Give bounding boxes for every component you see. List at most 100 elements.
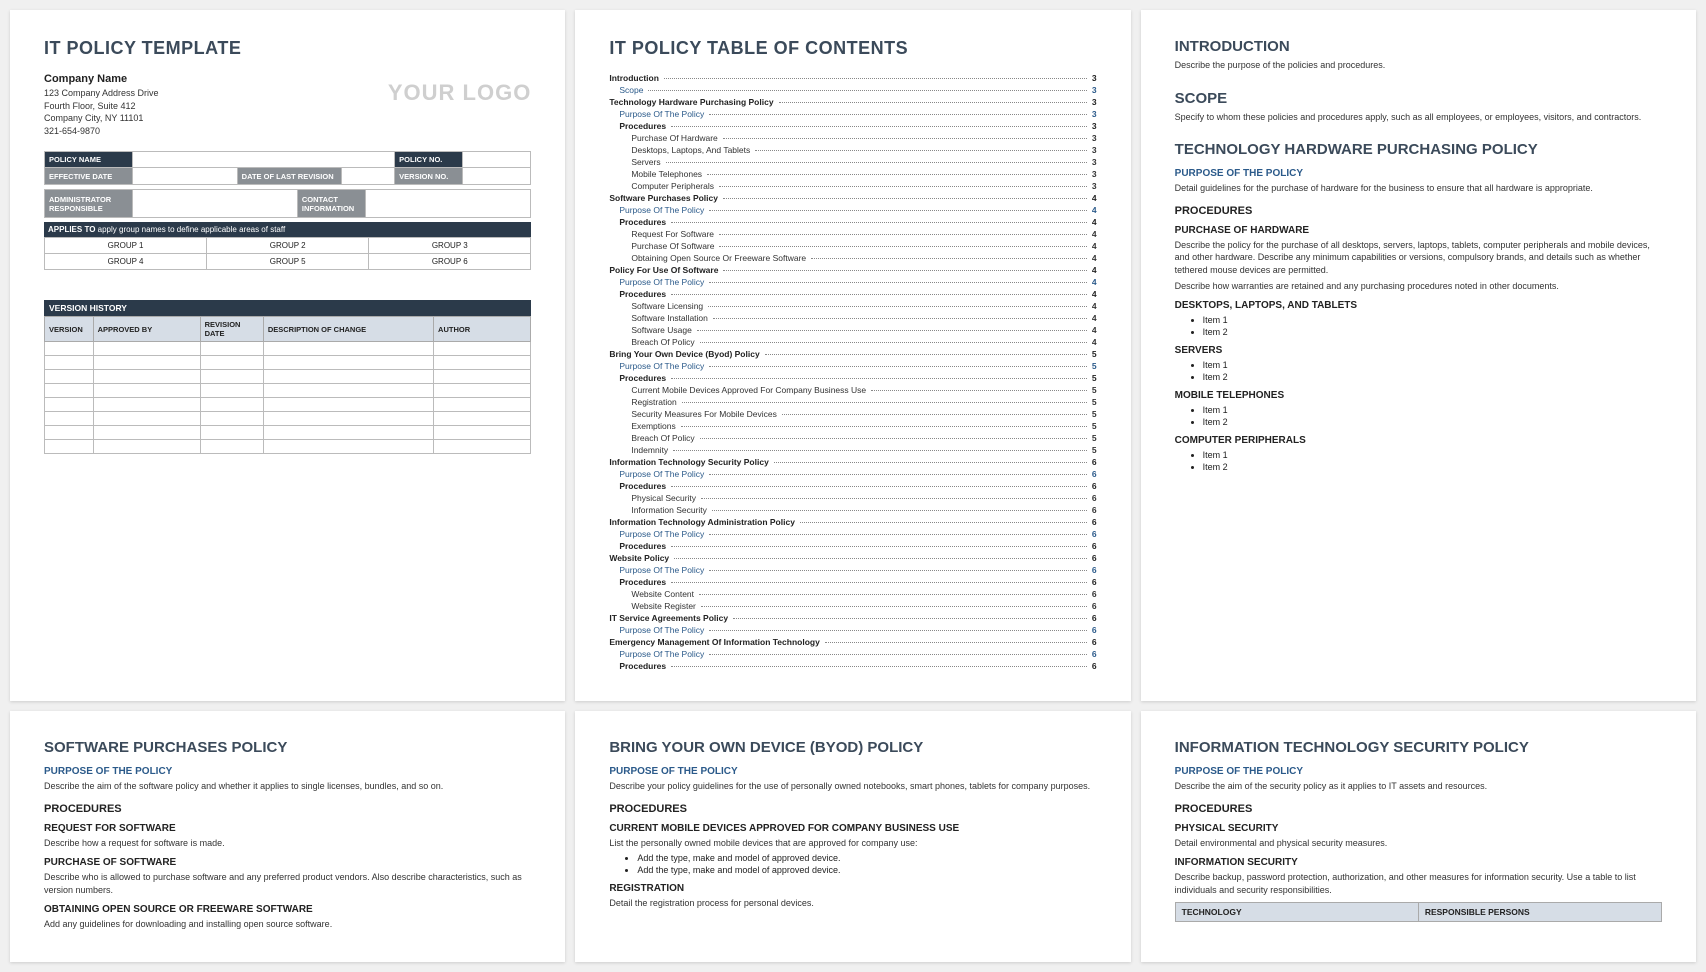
toc-entry[interactable]: Procedures6 [609, 661, 1096, 671]
field-admin-responsible[interactable] [132, 190, 297, 218]
toc-entry[interactable]: Procedures5 [609, 373, 1096, 383]
admin-contact-table: ADMINISTRATOR RESPONSIBLE CONTACT INFORM… [44, 189, 531, 218]
toc-entry[interactable]: Purpose Of The Policy6 [609, 565, 1096, 575]
toc-page-number: 6 [1089, 493, 1097, 503]
toc-entry[interactable]: Obtaining Open Source Or Freeware Softwa… [609, 253, 1096, 263]
group-cell[interactable]: GROUP 2 [207, 238, 369, 254]
toc-entry[interactable]: Website Content6 [609, 589, 1096, 599]
toc-entry[interactable]: Purpose Of The Policy5 [609, 361, 1096, 371]
toc-entry[interactable]: Scope3 [609, 85, 1096, 95]
toc-label: Website Register [631, 601, 699, 611]
toc-entry[interactable]: Purpose Of The Policy4 [609, 205, 1096, 215]
toc-page-number: 4 [1089, 265, 1097, 275]
table-row[interactable] [45, 398, 531, 412]
toc-entry[interactable]: Servers3 [609, 157, 1096, 167]
toc-entry[interactable]: Computer Peripherals3 [609, 181, 1096, 191]
version-history-table: VERSION APPROVED BY REVISION DATE DESCRI… [44, 316, 531, 454]
toc-entry[interactable]: Bring Your Own Device (Byod) Policy5 [609, 349, 1096, 359]
toc-entry[interactable]: Procedures4 [609, 217, 1096, 227]
toc-entry[interactable]: Technology Hardware Purchasing Policy3 [609, 97, 1096, 107]
toc-dots [648, 90, 1086, 91]
toc-page-number: 6 [1089, 565, 1097, 575]
applies-to-text: apply group names to define applicable a… [95, 225, 285, 234]
toc-entry[interactable]: Purpose Of The Policy6 [609, 529, 1096, 539]
byod-purpose-text: Describe your policy guidelines for the … [609, 780, 1096, 793]
toc-label: Computer Peripherals [631, 181, 717, 191]
toc-entry[interactable]: Emergency Management Of Information Tech… [609, 637, 1096, 647]
toc-entry[interactable]: Procedures6 [609, 481, 1096, 491]
toc-label: Information Security [631, 505, 710, 515]
toc-entry[interactable]: Information Technology Administration Po… [609, 517, 1096, 527]
label-admin-responsible: ADMINISTRATOR RESPONSIBLE [45, 190, 133, 218]
group-cell[interactable]: GROUP 1 [45, 238, 207, 254]
group-cell[interactable]: GROUP 3 [369, 238, 531, 254]
field-version-no[interactable] [463, 168, 531, 185]
toc-entry[interactable]: Mobile Telephones3 [609, 169, 1096, 179]
table-row[interactable] [45, 412, 531, 426]
toc-dots [699, 594, 1087, 595]
toc-entry[interactable]: Purchase Of Hardware3 [609, 133, 1096, 143]
toc-entry[interactable]: Current Mobile Devices Approved For Comp… [609, 385, 1096, 395]
toc-label: Purpose Of The Policy [619, 649, 707, 659]
toc-entry[interactable]: Breach Of Policy4 [609, 337, 1096, 347]
toc-entry[interactable]: Request For Software4 [609, 229, 1096, 239]
toc-entry[interactable]: Procedures6 [609, 577, 1096, 587]
toc-entry[interactable]: Breach Of Policy5 [609, 433, 1096, 443]
toc-label: IT Service Agreements Policy [609, 613, 731, 623]
toc-page-number: 3 [1089, 133, 1097, 143]
group-cell[interactable]: GROUP 5 [207, 254, 369, 270]
heading-servers: SERVERS [1175, 345, 1662, 356]
toc-entry[interactable]: Policy For Use Of Software4 [609, 265, 1096, 275]
sw-purpose-text: Describe the aim of the software policy … [44, 780, 531, 793]
toc-dots [701, 498, 1087, 499]
toc-entry[interactable]: Introduction3 [609, 73, 1096, 83]
table-row[interactable] [45, 342, 531, 356]
table-row[interactable] [45, 426, 531, 440]
toc-entry[interactable]: IT Service Agreements Policy6 [609, 613, 1096, 623]
toc-entry[interactable]: Physical Security6 [609, 493, 1096, 503]
toc-entry[interactable]: Indemnity5 [609, 445, 1096, 455]
toc-label: Procedures [619, 289, 669, 299]
table-row[interactable] [45, 356, 531, 370]
toc-entry[interactable]: Procedures3 [609, 121, 1096, 131]
toc-entry[interactable]: Desktops, Laptops, And Tablets3 [609, 145, 1096, 155]
toc-entry[interactable]: Website Register6 [609, 601, 1096, 611]
group-cell[interactable]: GROUP 4 [45, 254, 207, 270]
toc-entry[interactable]: Purpose Of The Policy6 [609, 469, 1096, 479]
toc-entry[interactable]: Exemptions5 [609, 421, 1096, 431]
toc-entry[interactable]: Procedures6 [609, 541, 1096, 551]
sec-purpose-text: Describe the aim of the security policy … [1175, 780, 1662, 793]
toc-entry[interactable]: Information Technology Security Policy6 [609, 457, 1096, 467]
field-effective-date[interactable]: DATE OF LAST REVISION [132, 168, 395, 185]
toc-entry[interactable]: Purpose Of The Policy4 [609, 277, 1096, 287]
field-policy-no[interactable] [463, 152, 531, 168]
toc-dots [671, 294, 1087, 295]
toc-entry[interactable]: Purchase Of Software4 [609, 241, 1096, 251]
field-contact-info[interactable] [365, 190, 530, 218]
page-6: INFORMATION TECHNOLOGY SECURITY POLICY P… [1141, 711, 1696, 962]
table-row[interactable] [45, 370, 531, 384]
toc-entry[interactable]: Software Installation4 [609, 313, 1096, 323]
group-cell[interactable]: GROUP 6 [369, 254, 531, 270]
toc-entry[interactable]: Registration5 [609, 397, 1096, 407]
toc-entry[interactable]: Software Licensing4 [609, 301, 1096, 311]
table-row[interactable] [45, 384, 531, 398]
page-1: IT POLICY TEMPLATE Company Name 123 Comp… [10, 10, 565, 701]
table-row[interactable] [45, 440, 531, 454]
toc-entry[interactable]: Website Policy6 [609, 553, 1096, 563]
toc-entry[interactable]: Information Security6 [609, 505, 1096, 515]
toc-entry[interactable]: Security Measures For Mobile Devices5 [609, 409, 1096, 419]
toc-entry[interactable]: Software Usage4 [609, 325, 1096, 335]
toc-label: Purchase Of Software [631, 241, 717, 251]
toc-entry[interactable]: Purpose Of The Policy6 [609, 649, 1096, 659]
page-2: IT POLICY TABLE OF CONTENTS Introduction… [575, 10, 1130, 701]
toc-entry[interactable]: Purpose Of The Policy3 [609, 109, 1096, 119]
field-policy-name[interactable] [132, 152, 395, 168]
toc-dots [811, 258, 1087, 259]
toc-entry[interactable]: Purpose Of The Policy6 [609, 625, 1096, 635]
heading-info-sec: INFORMATION SECURITY [1175, 857, 1662, 868]
toc-label: Breach Of Policy [631, 337, 697, 347]
col-description: DESCRIPTION OF CHANGE [263, 317, 433, 342]
toc-entry[interactable]: Software Purchases Policy4 [609, 193, 1096, 203]
toc-entry[interactable]: Procedures4 [609, 289, 1096, 299]
